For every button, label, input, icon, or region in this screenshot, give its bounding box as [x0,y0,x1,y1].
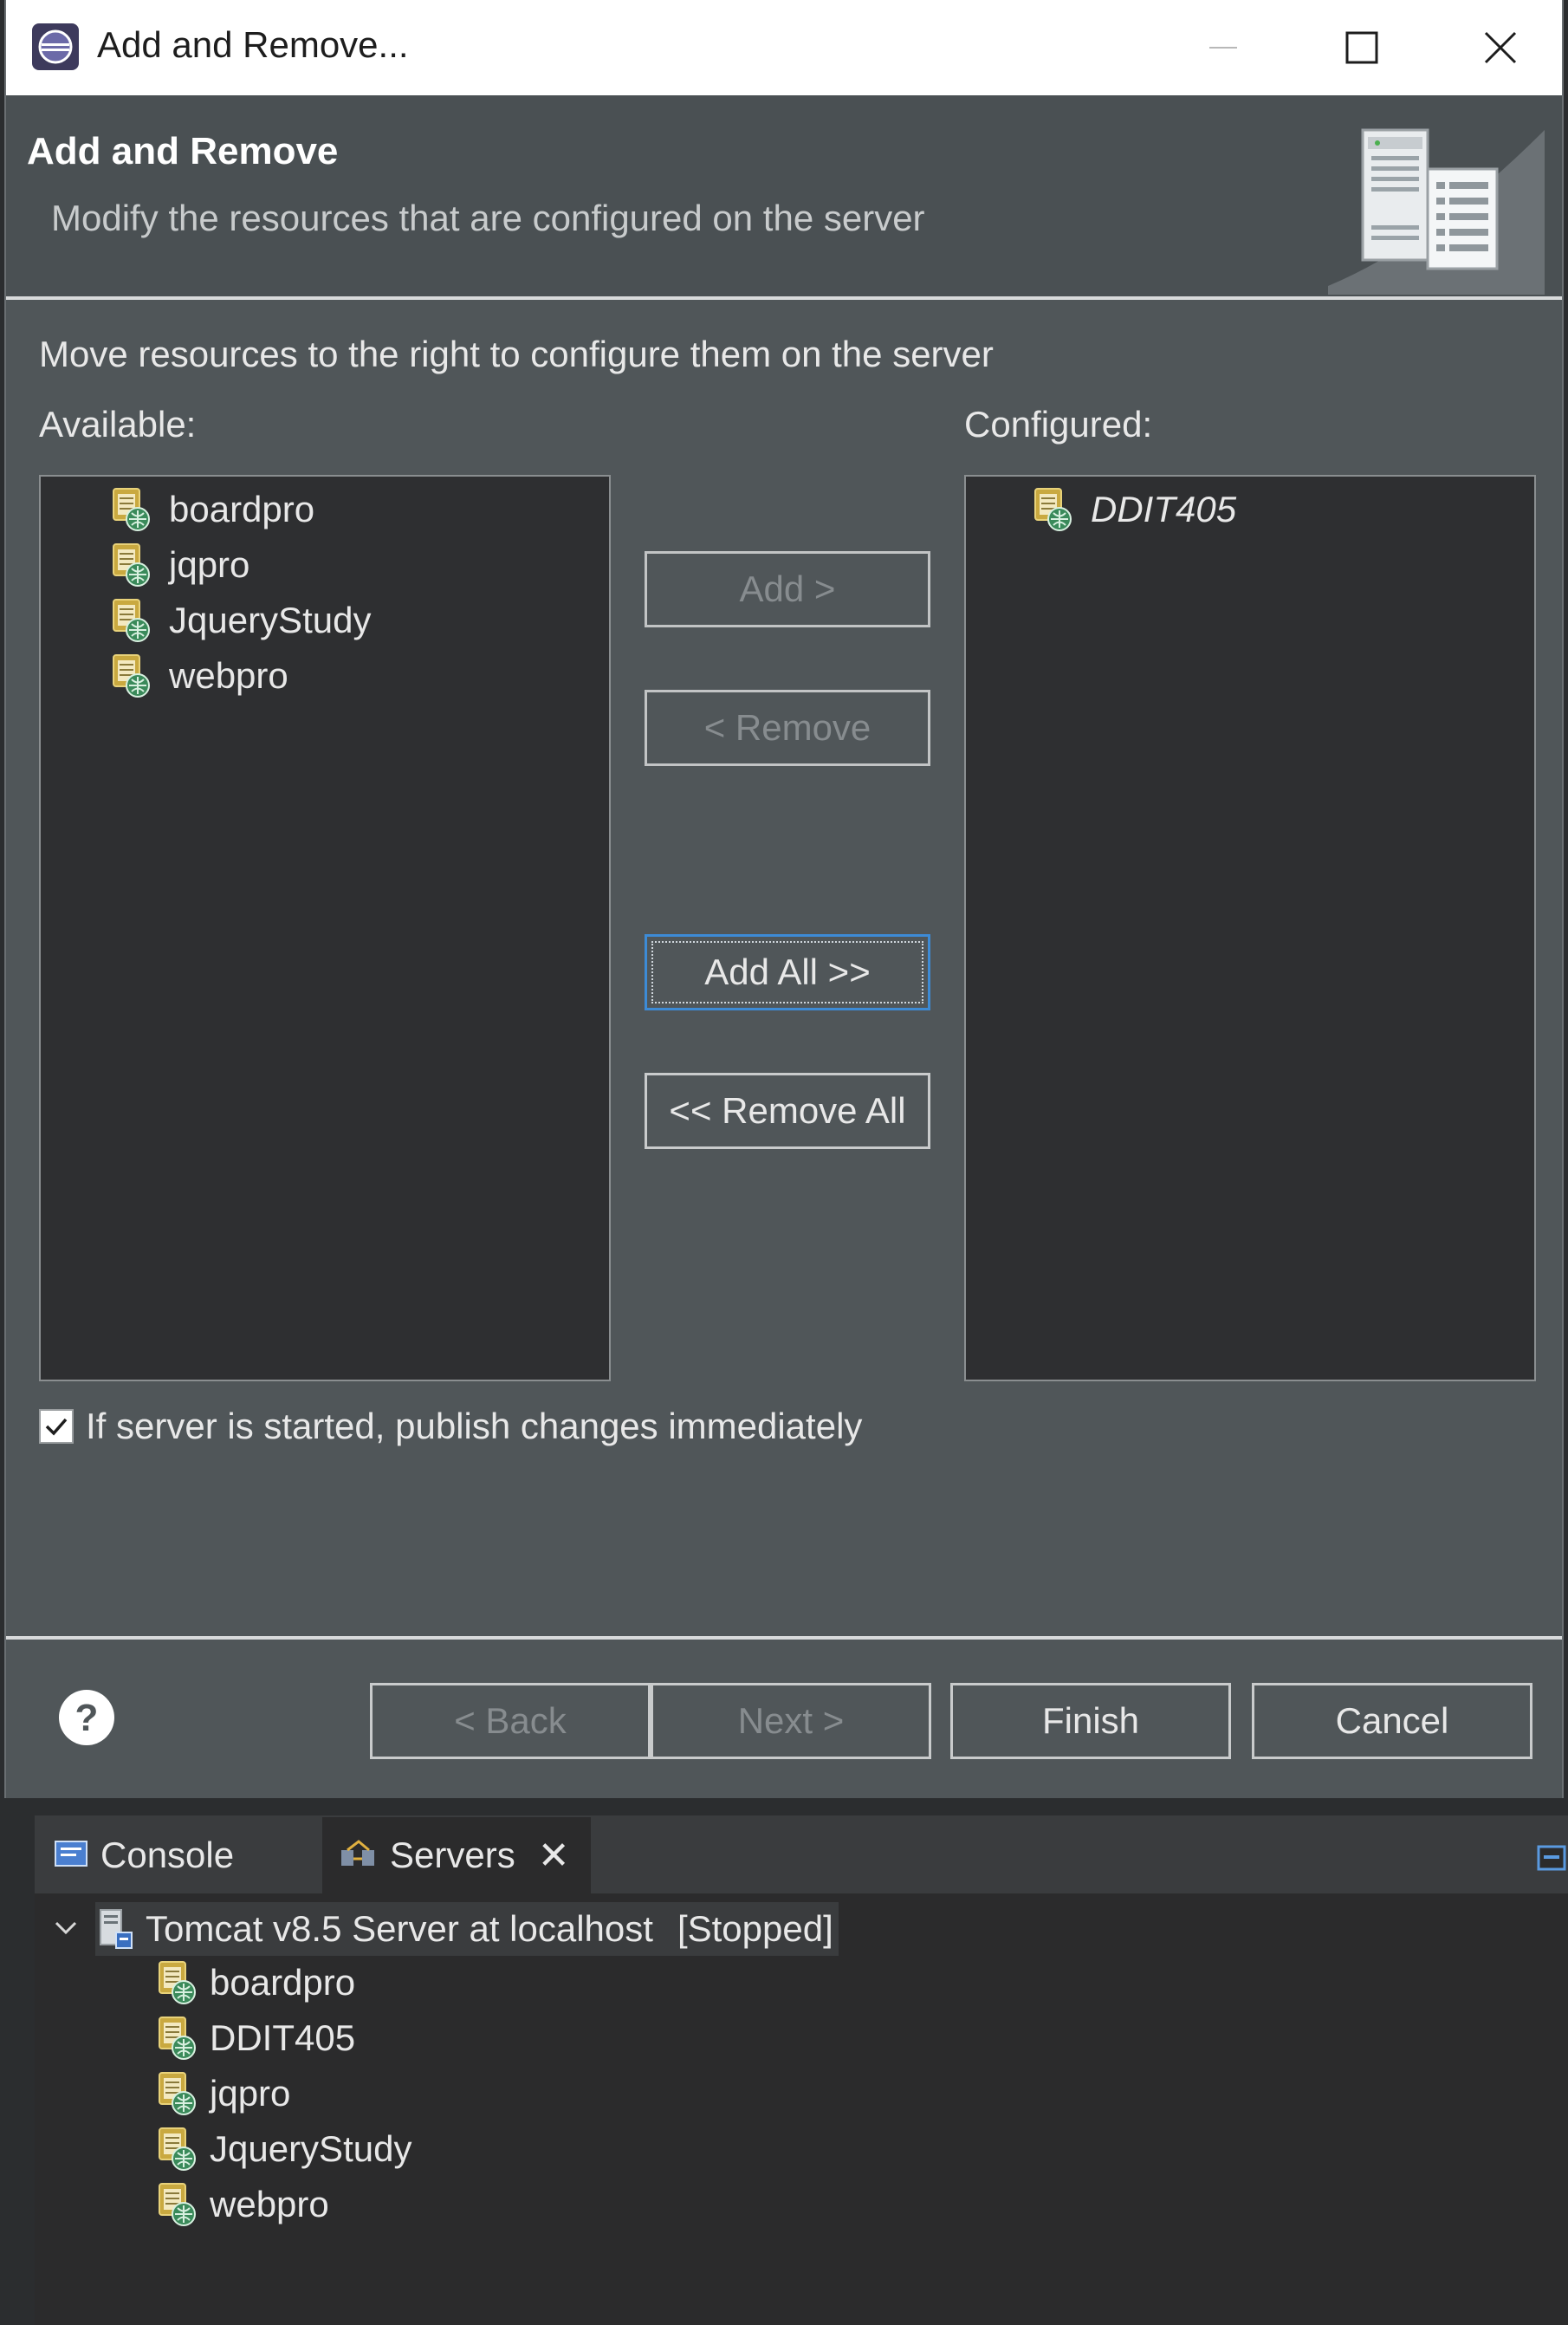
module-label: boardpro [210,1962,356,2003]
web-module-icon [156,2126,199,2172]
available-list[interactable]: boardpro jqpro JqueryStudy webpro [39,475,611,1381]
window-title: Add and Remove... [97,24,409,65]
list-item-label: webpro [169,655,288,696]
list-item-label: boardpro [169,489,315,529]
minimize-view-icon[interactable] [1537,1841,1568,1873]
web-module-icon [110,597,153,644]
server-banner-icon [1328,128,1545,295]
maximize-button[interactable] [1293,0,1431,95]
add-all-button[interactable]: Add All >> [645,934,930,1010]
maximize-icon [1345,31,1378,64]
close-icon [1484,31,1517,64]
available-label: Available: [39,404,197,445]
server-name: Tomcat v8.5 Server at localhost [146,1908,653,1949]
eclipse-app-icon [32,23,79,70]
help-icon[interactable]: ? [56,1687,117,1748]
list-item[interactable]: JqueryStudy [110,594,371,646]
tab-label: Servers [390,1835,515,1875]
svg-text:?: ? [75,1697,99,1739]
module-label: webpro [210,2184,329,2224]
back-button[interactable]: < Back [370,1683,651,1759]
cancel-button[interactable]: Cancel [1252,1683,1532,1759]
minimize-icon [1209,47,1237,49]
web-module-icon [110,486,153,533]
console-icon [55,1841,87,1867]
web-module-icon [156,1959,199,2006]
publish-checkbox[interactable] [39,1409,74,1444]
list-item[interactable]: webpro [156,2178,329,2231]
tab-servers[interactable]: Servers ✕ [322,1817,591,1893]
web-module-icon [110,653,153,699]
minimize-button[interactable] [1154,0,1293,95]
web-module-icon [156,2070,199,2117]
chevron-down-icon[interactable] [54,1919,78,1937]
close-button[interactable] [1431,0,1568,95]
instructions-text: Move resources to the right to configure… [39,334,994,374]
list-item[interactable]: jqpro [156,2067,290,2120]
list-item-label: DDIT405 [1091,489,1237,529]
add-button[interactable]: Add > [645,551,930,627]
list-item-label: JqueryStudy [169,600,372,640]
publish-immediately-option[interactable]: If server is started, publish changes im… [39,1406,862,1447]
module-label: JqueryStudy [210,2128,412,2169]
tomcat-server-icon [100,1909,133,1949]
web-module-icon [156,2015,199,2062]
remove-button[interactable]: < Remove [645,690,930,766]
wizard-banner: Add and Remove Modify the resources that… [6,95,1562,300]
footer-separator [6,1636,1562,1640]
finish-button[interactable]: Finish [950,1683,1231,1759]
list-item[interactable]: DDIT405 [1032,484,1236,536]
view-tab-bar: Console Servers ✕ [35,1815,1568,1893]
server-node[interactable]: Tomcat v8.5 Server at localhost [Stopped… [95,1902,839,1956]
tab-console[interactable]: Console [54,1817,234,1893]
checkmark-icon [45,1418,68,1436]
next-button[interactable]: Next > [651,1683,931,1759]
tab-label: Console [100,1835,235,1875]
servers-icon [341,1840,374,1866]
list-item[interactable]: boardpro [110,484,314,536]
banner-description: Modify the resources that are configured… [51,198,925,238]
web-module-icon [110,542,153,588]
web-module-icon [156,2181,199,2228]
list-item[interactable]: jqpro [110,539,249,591]
server-state: [Stopped] [677,1908,833,1949]
remove-all-button[interactable]: << Remove All [645,1073,930,1149]
web-module-icon [1032,486,1075,533]
module-label: jqpro [210,2073,291,2114]
add-remove-dialog: Add and Remove... Add and Remove Modify … [4,0,1564,1798]
close-tab-icon[interactable]: ✕ [538,1834,570,1878]
list-item[interactable]: webpro [110,650,288,702]
list-item[interactable]: DDIT405 [156,2011,355,2065]
servers-view: Console Servers ✕ Tomcat v8.5 Server at … [35,1815,1568,2325]
module-label: DDIT405 [210,2017,356,2058]
banner-title: Add and Remove [27,130,339,172]
configured-label: Configured: [964,404,1153,445]
list-item[interactable]: boardpro [156,1956,355,2010]
list-item-label: jqpro [169,544,250,585]
configured-list[interactable]: DDIT405 [964,475,1536,1381]
title-bar: Add and Remove... [6,0,1562,95]
publish-checkbox-label: If server is started, publish changes im… [86,1406,863,1446]
list-item[interactable]: JqueryStudy [156,2122,411,2176]
